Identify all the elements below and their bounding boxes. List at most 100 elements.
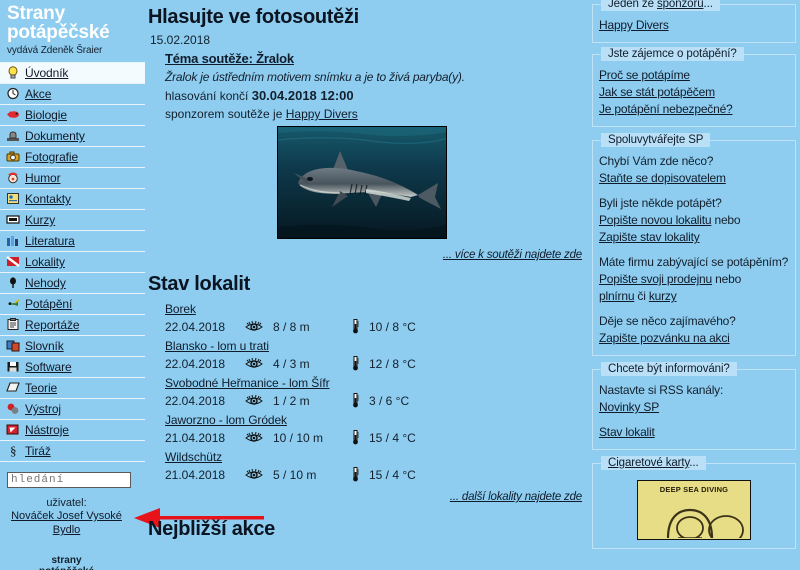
locality-name-link[interactable]: Svobodné Heřmanice - lom Šífr	[165, 376, 330, 390]
clown-icon	[6, 171, 21, 185]
locality-temperature: 10 / 8 °C	[369, 319, 416, 334]
sidebar-item-slovn-k[interactable]: Slovník	[0, 336, 145, 357]
locality-stats: 21.04.2018 10 / 10 m 15 / 4 °C	[165, 429, 586, 446]
locality-temperature: 15 / 4 °C	[369, 467, 416, 482]
link-zapiste-stav-lokality[interactable]: Zapište stav lokality	[599, 229, 789, 246]
pin-icon	[6, 276, 21, 290]
sidebar-item-kontakty[interactable]: Kontakty	[0, 189, 145, 210]
locality-temperature: 12 / 8 °C	[369, 356, 416, 371]
vote-more-link[interactable]: ... více k soutěži najdete zde	[148, 249, 586, 261]
user-name-link[interactable]: Nováček Josef Vysoké	[0, 509, 133, 523]
cocreate-a3: Popište svoji prodejnu nebo	[599, 271, 789, 288]
link-popiste-novou-lokalitu[interactable]: Popište novou lokalitu	[599, 213, 712, 227]
sidebar-item-teorie[interactable]: Teorie	[0, 378, 145, 399]
user-name-link-2[interactable]: Bydlo	[0, 523, 133, 537]
visibility-eye-icon	[243, 468, 273, 481]
panel-sponsor: Jeden ze sponzorů... Happy Divers	[592, 0, 796, 43]
sidebar-item-label: Úvodník	[25, 66, 69, 80]
cocreate-q2: Byli jste někde potápět?	[599, 196, 722, 210]
sidebar-item-label: Teorie	[25, 381, 58, 395]
locality-visibility: 1 / 2 m	[273, 393, 310, 408]
panel-cocreate-title: Spoluvytvářejte SP	[601, 133, 711, 147]
vote-date: 15.02.2018	[150, 33, 211, 47]
locality-name-link[interactable]: Jaworzno - lom Gródek	[165, 413, 287, 427]
locality-stats: 21.04.2018 5 / 10 m 15 / 4 °C	[165, 466, 586, 483]
panel-cigarette-title-link[interactable]: Cigaretové karty	[608, 457, 689, 469]
sidebar-item-fotografie[interactable]: Fotografie	[0, 147, 145, 168]
temperature-thermometer-icon	[351, 467, 369, 482]
locality-row: Svobodné Heřmanice - lom Šífr 22.04.2018 1…	[165, 374, 586, 409]
sidebar-item-vodn-k[interactable]: Úvodník	[0, 63, 145, 84]
locality-temperature: 3 / 6 °C	[369, 393, 410, 408]
sidebar-item-software[interactable]: Software	[0, 357, 145, 378]
panel-sponsor-title-plain: Jeden ze	[608, 0, 657, 10]
link-rss-novinky-sp[interactable]: Novinky SP	[599, 399, 789, 416]
temperature-thermometer-icon	[351, 356, 369, 371]
left-sidebar: Strany potápěčské vydává Zdeněk Šraier Ú…	[0, 0, 145, 570]
link-je-potapeni-nebezpecne[interactable]: Je potápění nebezpečné?	[599, 101, 789, 118]
sidebar-item-humor[interactable]: Humor	[0, 168, 145, 189]
link-proc-se-potapime[interactable]: Proč se potápíme	[599, 67, 789, 84]
locality-name-link[interactable]: Wildschütz	[165, 450, 222, 464]
search-input[interactable]	[7, 472, 131, 488]
locality-name-link[interactable]: Blansko - lom u trati	[165, 339, 269, 353]
link-kurzy[interactable]: kurzy	[649, 289, 677, 303]
sidebar-item-label: Dokumenty	[25, 129, 85, 143]
sidebar-item-label: Fotografie	[25, 150, 79, 164]
locality-date: 21.04.2018	[165, 430, 226, 445]
site-brand: Strany potápěčské vydává Zdeněk Šraier	[0, 0, 145, 56]
link-jak-se-stat-potapecem[interactable]: Jak se stát potápěčem	[599, 84, 789, 101]
sidebar-item-n-stroje[interactable]: Nástroje	[0, 420, 145, 441]
sidebar-item-label: Literatura	[25, 234, 75, 248]
sponsor-link-happy-divers[interactable]: Happy Divers	[599, 17, 789, 34]
main-content: Hlasujte ve fotosoutěži 15.02.2018 Téma …	[148, 0, 586, 570]
link-stante-se-dopisovatelem[interactable]: Staňte se dopisovatelem	[599, 170, 789, 187]
panel-interested: Jste zájemce o potápění? Proč se potápím…	[592, 47, 796, 127]
sidebar-item-label: Kontakty	[25, 192, 71, 206]
sidebar-item-label: Biologie	[25, 108, 67, 122]
locality-visibility: 10 / 10 m	[273, 430, 324, 445]
page-title-localities: Stav lokalit	[148, 273, 250, 295]
link-plnirnu[interactable]: plnírnu	[599, 289, 634, 303]
sidebar-item-label: Nehody	[25, 276, 66, 290]
shark-illustration	[278, 127, 446, 238]
vote-sponsor-link[interactable]: Happy Divers	[286, 107, 358, 121]
panel-cigarette-cards: Cigaretové karty... DEEP SEA DIVING	[592, 456, 796, 549]
sidebar-item-nehody[interactable]: Nehody	[0, 273, 145, 294]
shark-photo[interactable]	[277, 126, 447, 239]
panel-interested-title: Jste zájemce o potápění?	[601, 47, 744, 61]
sidebar-item-literatura[interactable]: Literatura	[0, 231, 145, 252]
cigarette-card-caption: DEEP SEA DIVING	[659, 485, 729, 494]
sidebar-item-report-e[interactable]: Reportáže	[0, 315, 145, 336]
footer-brand-line1: strany	[51, 555, 82, 566]
panel-sponsor-title-link[interactable]: sponzorů	[657, 0, 704, 10]
contact-card-icon	[6, 192, 21, 206]
shark-photo-container	[148, 126, 586, 244]
sidebar-item-dokumenty[interactable]: Dokumenty	[0, 126, 145, 147]
temperature-thermometer-icon	[351, 319, 369, 334]
sidebar-item-tir[interactable]: § Tiráž	[0, 441, 145, 462]
link-rss-stav-lokalit[interactable]: Stav lokalit	[599, 424, 789, 441]
visibility-eye-icon	[243, 431, 273, 444]
sidebar-item-kurzy[interactable]: Kurzy	[0, 210, 145, 231]
link-zapiste-pozvanku-na-akci[interactable]: Zapište pozvánku na akci	[599, 330, 789, 347]
vote-sponsor-prefix: sponzorem soutěže je	[165, 107, 286, 121]
vote-theme-link[interactable]: Téma soutěže: Žralok	[165, 51, 294, 66]
locality-row: Borek 22.04.2018 8 / 8 m 10 / 8 °C	[165, 300, 586, 335]
link-popiste-svoji-prodejnu[interactable]: Popište svoji prodejnu	[599, 272, 712, 286]
gear-icon	[6, 402, 21, 416]
sidebar-item-akce[interactable]: Akce	[0, 84, 145, 105]
cigarette-card-image[interactable]: DEEP SEA DIVING	[637, 480, 751, 540]
fish-icon	[6, 108, 21, 122]
locality-name-link[interactable]: Borek	[165, 302, 196, 316]
user-block: uživatel: Nováček Josef Vysoké Bydlo	[0, 497, 133, 537]
sidebar-item-biologie[interactable]: Biologie	[0, 105, 145, 126]
section-sign-icon: §	[6, 443, 21, 458]
cocreate-a3-tail: nebo	[712, 272, 742, 286]
sidebar-item-pot-p-n[interactable]: Potápění	[0, 294, 145, 315]
panel-rss-title: Chcete být informováni?	[601, 362, 737, 376]
panel-rss: Chcete být informováni? Nastavte si RSS …	[592, 362, 796, 450]
sidebar-item-lokality[interactable]: Lokality	[0, 252, 145, 273]
localities-more-link[interactable]: ... další lokality najdete zde	[148, 491, 586, 503]
sidebar-item-v-stroj[interactable]: Výstroj	[0, 399, 145, 420]
